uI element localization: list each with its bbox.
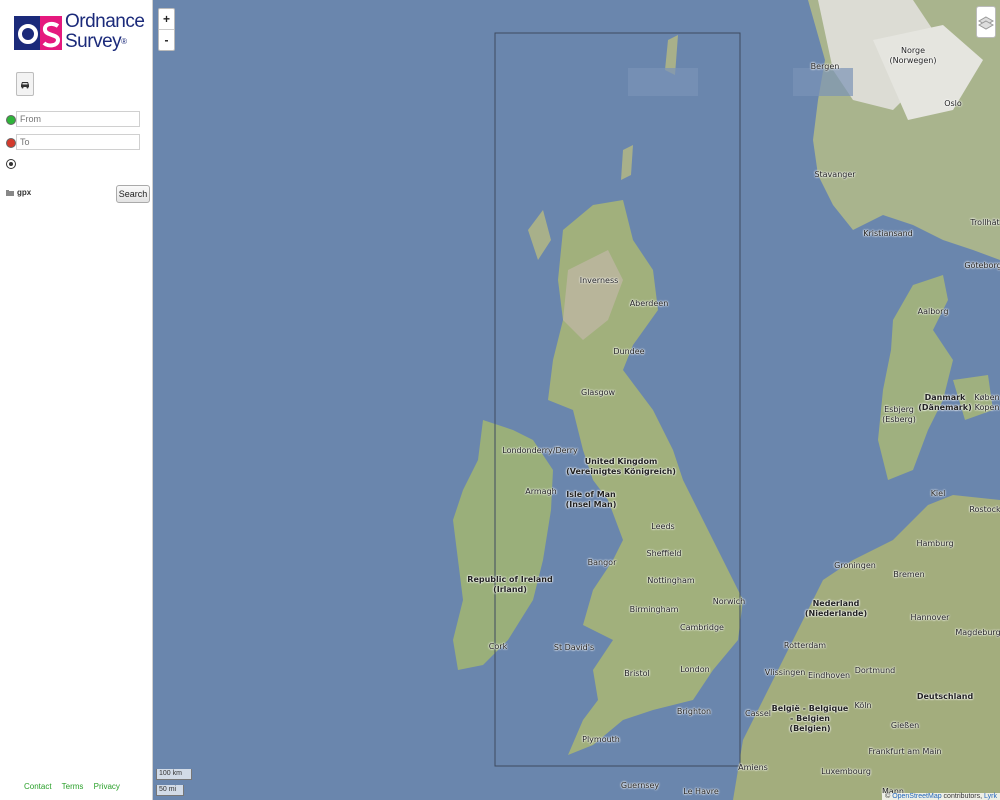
place-hannover: Hannover [910,613,950,622]
place-lehavre: Le Havre [683,787,719,796]
car-mode-button[interactable] [16,72,34,96]
zoom-control: + - [158,8,175,51]
terms-link[interactable]: Terms [62,782,84,791]
place-leeds: Leeds [651,522,675,531]
to-row [6,134,16,152]
place-bremen: Bremen [893,570,925,579]
place-luxembourg: Luxembourg [821,767,871,776]
logo-text: Ordnance Survey® [65,11,145,52]
zoom-in-button[interactable]: + [159,9,174,29]
place-birmingham: Birmingham [629,605,679,614]
ordnance-survey-logo[interactable]: Ordnance Survey® [14,12,145,56]
place-oslo: Oslo [944,99,962,108]
place-armagh: Armagh [525,487,557,496]
place-belgie: België - Belgique - Belgien (Belgien) [771,704,849,733]
search-button[interactable]: Search [116,185,150,203]
place-frankfurt: Frankfurt am Main [868,747,942,756]
place-bangor: Bangor [587,558,617,567]
attribution-middle: contributors, [941,793,985,800]
to-input[interactable] [16,134,140,150]
place-kobenhavn: Køben Kopen [974,393,1000,412]
place-cork: Cork [488,642,508,651]
place-stavanger: Stavanger [814,170,856,179]
from-row [6,111,16,129]
footer-links: Contact Terms Privacy [24,782,128,791]
os-logo-mark-icon [14,16,62,50]
place-sheffield: Sheffield [646,549,682,558]
layers-button[interactable] [976,6,996,38]
place-cambridge: Cambridge [680,623,724,632]
place-deutschland: Deutschland [916,692,974,701]
place-groningen: Groningen [834,561,876,570]
place-dortmund: Dortmund [854,666,896,675]
end-marker-icon [6,138,16,148]
place-norwich: Norwich [712,597,746,606]
scale-bar-mi: 50 mi [156,785,184,796]
place-stdavids: St David's [553,643,595,652]
osm-link[interactable]: OpenStreetMap [892,793,941,800]
map-attribution: © OpenStreetMap contributors, Lyrk [882,793,1000,800]
place-inverness: Inverness [579,276,619,285]
gpx-label: gpx [17,188,32,197]
logo-line1: Ordnance [65,11,145,32]
place-nottingham: Nottingham [647,576,695,585]
sidebar: Ordnance Survey® gpx Search Contact Term… [0,0,153,800]
privacy-link[interactable]: Privacy [94,782,120,791]
place-vlissingen: Vlissingen [764,668,806,677]
attribution-copyright: © [885,793,891,800]
place-norge: Norge (Norwegen) [889,46,937,65]
lyrk-link[interactable]: Lyrk [984,793,997,800]
contact-link[interactable]: Contact [24,782,52,791]
locate-icon[interactable] [6,159,16,169]
place-plymouth: Plymouth [582,735,620,744]
place-calais: Cassel [745,709,771,718]
place-bristol: Bristol [624,669,650,678]
place-ireland: Republic of Ireland (Irland) [467,575,553,594]
logo-registered-mark: ® [121,37,127,46]
place-koln: Köln [854,701,872,710]
logo-line2-text: Survey [65,31,122,52]
place-guernsey: Guernsey [620,781,660,790]
scale-bar-km: 100 km [156,769,192,780]
zoom-out-button[interactable]: - [159,29,174,50]
place-bergen: Bergen [810,62,840,71]
car-icon [21,82,29,89]
place-rotterdam: Rotterdam [783,641,827,650]
map-tiles [453,0,1000,800]
place-trollhattan: Trollhät [970,218,1000,227]
place-brighton: Brighton [676,707,712,716]
place-aalborg: Aalborg [917,307,949,316]
place-uk: United Kingdom (Vereinigtes Königreich) [566,457,676,476]
place-goteborg: Göteborg [964,261,1000,270]
place-giessen: Gießen [890,721,920,730]
place-nederland: Nederland (Niederlande) [804,599,868,618]
logo-line2: Survey® [65,32,144,52]
place-aberdeen: Aberdeen [629,299,669,308]
place-rostock: Rostock [969,505,1000,514]
place-londonderry: Londonderry/Derry [502,446,578,455]
folder-icon [6,189,14,196]
place-glasgow: Glasgow [580,388,616,397]
place-dundee: Dundee [613,347,645,356]
map-view[interactable]: + - Norge (Norwegen) Bergen Oslo Stavange… [153,0,1000,800]
gpx-upload[interactable]: gpx [6,188,31,197]
place-magdeburg: Magdeburg [955,628,1000,637]
place-amiens: Amiens [738,763,768,772]
place-esbjerg: Esbjerg (Esberg) [882,405,916,424]
place-london: London [680,665,710,674]
layers-icon [977,16,995,30]
start-marker-icon [6,115,16,125]
place-eindhoven: Eindhoven [807,671,851,680]
place-isleofman: Isle of Man (Insel Man) [565,490,617,509]
place-kiel: Kiel [930,489,946,498]
place-danmark: Danmark (Dänemark) [918,393,972,412]
from-input[interactable] [16,111,140,127]
place-hamburg: Hamburg [916,539,954,548]
place-kristiansand: Kristiansand [863,229,913,238]
